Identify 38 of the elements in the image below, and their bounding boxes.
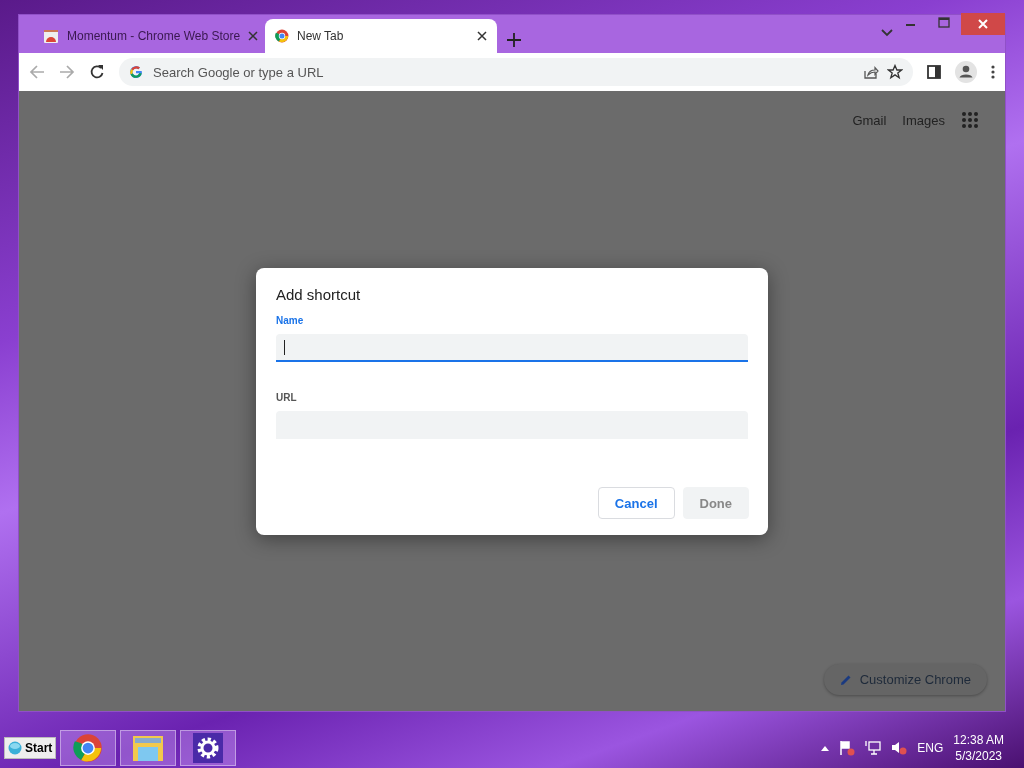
google-icon bbox=[129, 65, 143, 79]
pencil-icon bbox=[839, 673, 852, 686]
cancel-button[interactable]: Cancel bbox=[597, 487, 675, 519]
clock-date[interactable]: 5/3/2023 bbox=[955, 748, 1002, 764]
star-icon[interactable] bbox=[887, 64, 903, 80]
chrome-icon bbox=[73, 733, 104, 763]
chrome-icon bbox=[275, 29, 289, 43]
plus-icon[interactable] bbox=[507, 33, 521, 47]
taskbar-app[interactable] bbox=[180, 730, 237, 766]
folder-icon bbox=[132, 733, 165, 763]
globe-icon bbox=[8, 741, 22, 755]
close-icon[interactable] bbox=[477, 31, 487, 41]
flag-icon[interactable] bbox=[839, 740, 856, 756]
customize-chrome-button[interactable]: Customize Chrome bbox=[823, 664, 987, 695]
dialog-title: Add shortcut bbox=[276, 286, 362, 303]
speaker-muted-icon[interactable] bbox=[891, 740, 908, 756]
browser-tab[interactable]: New Tab bbox=[265, 19, 497, 53]
address-bar[interactable]: Search Google or type a URL bbox=[119, 58, 913, 86]
gear-icon bbox=[193, 733, 224, 763]
clock-time[interactable]: 12:38 AM bbox=[953, 732, 1004, 748]
field-label: Name bbox=[276, 315, 305, 326]
apps-grid-icon[interactable] bbox=[961, 111, 979, 129]
browser-tab[interactable]: Momentum - Chrome Web Store bbox=[33, 19, 265, 53]
up-arrow-icon[interactable] bbox=[821, 745, 830, 751]
header-link[interactable]: Images bbox=[902, 112, 945, 128]
menu-icon[interactable] bbox=[991, 65, 995, 79]
reload-icon[interactable] bbox=[89, 64, 105, 80]
input-field[interactable] bbox=[276, 334, 748, 362]
chevron-down-icon[interactable] bbox=[881, 29, 893, 37]
share-icon[interactable] bbox=[863, 64, 879, 80]
language-indicator[interactable]: ENG bbox=[917, 741, 944, 755]
profile-icon[interactable] bbox=[955, 61, 977, 83]
store-icon bbox=[43, 28, 59, 44]
start-button[interactable]: Start bbox=[4, 737, 57, 759]
side-panel-icon[interactable] bbox=[927, 65, 941, 79]
header-link[interactable]: Gmail bbox=[852, 112, 887, 128]
network-icon[interactable] bbox=[865, 740, 882, 756]
field-label: URL bbox=[276, 392, 298, 403]
